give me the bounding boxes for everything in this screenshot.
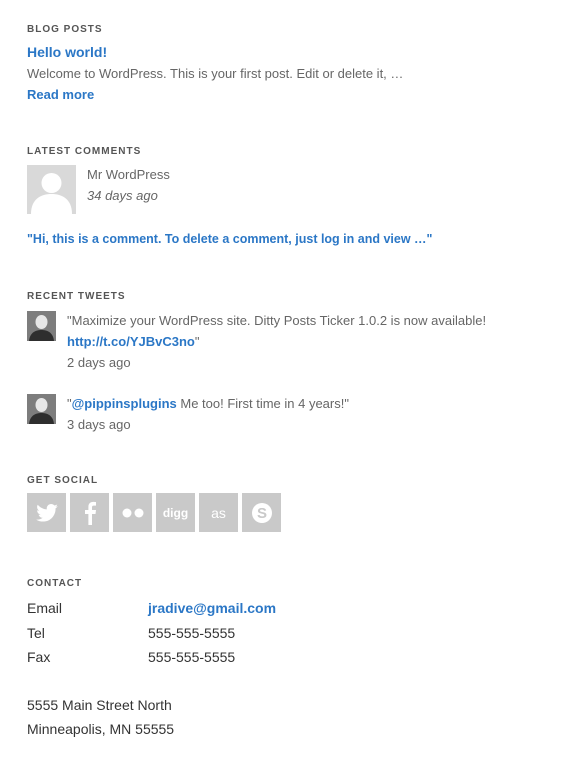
social-icons-row: digg as S bbox=[27, 493, 281, 532]
digg-icon: digg bbox=[162, 505, 189, 520]
recent-tweets-heading: RECENT TWEETS bbox=[27, 291, 126, 302]
svg-text:S: S bbox=[256, 505, 266, 522]
tweet-avatar[interactable] bbox=[27, 394, 56, 424]
comment-time: 34 days ago bbox=[87, 188, 158, 203]
lastfm-button[interactable]: as bbox=[199, 493, 238, 532]
contact-email-label: Email bbox=[27, 600, 63, 616]
post-excerpt: Welcome to WordPress. This is your first… bbox=[27, 66, 404, 81]
read-more-link[interactable]: Read more bbox=[27, 87, 94, 102]
tweet-2-mention-link[interactable]: @pippinsplugins bbox=[72, 396, 177, 411]
comment-author[interactable]: Mr WordPress bbox=[87, 167, 170, 182]
comment-avatar[interactable] bbox=[27, 165, 76, 214]
tweet-2-text-line: "@pippinsplugins Me too! First time in 4… bbox=[67, 396, 349, 411]
lastfm-icon: as bbox=[211, 504, 226, 521]
tweet-2-text: Me too! First time in 4 years!" bbox=[176, 396, 349, 411]
user-placeholder-icon bbox=[27, 165, 76, 214]
contact-fax-value: 555-555-5555 bbox=[148, 649, 236, 665]
user-photo-icon bbox=[27, 394, 56, 424]
contact-fax-label: Fax bbox=[27, 649, 51, 665]
twitter-icon bbox=[35, 503, 58, 522]
flickr-icon bbox=[122, 508, 143, 517]
skype-icon: S bbox=[251, 502, 272, 523]
address-line-2: Minneapolis, MN 55555 bbox=[27, 721, 175, 737]
digg-button[interactable]: digg bbox=[156, 493, 195, 532]
flickr-button[interactable] bbox=[113, 493, 152, 532]
user-photo-icon bbox=[27, 311, 56, 341]
tweet-1-link[interactable]: http://t.co/YJBvC3no bbox=[67, 334, 195, 349]
contact-tel-label: Tel bbox=[27, 625, 45, 641]
post-title-link[interactable]: Hello world! bbox=[27, 44, 107, 60]
latest-comments-heading: LATEST COMMENTS bbox=[27, 146, 142, 157]
contact-heading: CONTACT bbox=[27, 578, 83, 589]
tweet-1-link-line: http://t.co/YJBvC3no" bbox=[67, 334, 199, 349]
tweet-avatar[interactable] bbox=[27, 311, 56, 341]
comment-excerpt-link[interactable]: "Hi, this is a comment. To delete a comm… bbox=[27, 232, 432, 246]
skype-button[interactable]: S bbox=[242, 493, 281, 532]
contact-tel-value: 555-555-5555 bbox=[148, 625, 236, 641]
get-social-heading: GET SOCIAL bbox=[27, 475, 99, 486]
address-line-1: 5555 Main Street North bbox=[27, 697, 172, 713]
tweet-2-time[interactable]: 3 days ago bbox=[67, 417, 131, 432]
tweet-1-time[interactable]: 2 days ago bbox=[67, 355, 131, 370]
facebook-icon bbox=[84, 501, 96, 525]
facebook-button[interactable] bbox=[70, 493, 109, 532]
tweet-1-text: "Maximize your WordPress site. Ditty Pos… bbox=[67, 313, 487, 328]
contact-email-link[interactable]: jradive@gmail.com bbox=[148, 600, 276, 616]
tweet-1-close-quote: " bbox=[194, 334, 200, 349]
blog-posts-heading: BLOG POSTS bbox=[27, 24, 103, 35]
twitter-button[interactable] bbox=[27, 493, 66, 532]
